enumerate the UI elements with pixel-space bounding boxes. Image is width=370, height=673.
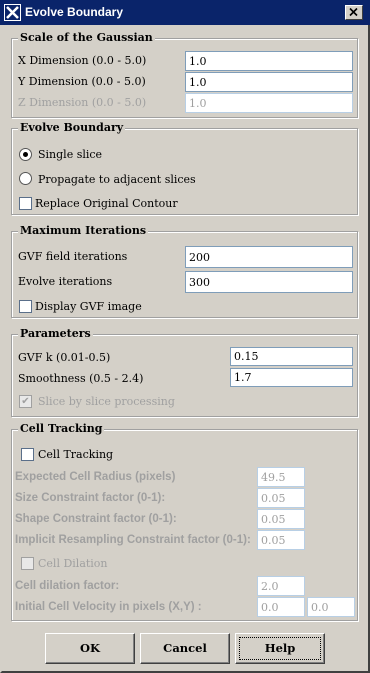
parameters-legend: Parameters xyxy=(18,327,93,340)
display-gvf-checkbox[interactable] xyxy=(19,300,32,313)
gvf-iterations-input[interactable] xyxy=(185,246,353,268)
close-icon xyxy=(349,7,358,17)
cancel-button[interactable]: Cancel xyxy=(140,633,230,664)
slice-by-slice-label: Slice by slice processing xyxy=(38,395,175,408)
slice-by-slice-checkbox[interactable]: ✔ xyxy=(19,395,32,408)
cell-velocity-label: Initial Cell Velocity in pixels (X,Y) : xyxy=(15,601,202,613)
single-slice-radio[interactable] xyxy=(19,148,32,161)
x-dimension-label: X Dimension (0.0 - 5.0) xyxy=(18,54,147,67)
cell-tracking-label: Cell Tracking xyxy=(38,448,114,461)
evolve-iterations-label: Evolve iterations xyxy=(18,275,113,288)
title-bar: Evolve Boundary xyxy=(0,0,370,25)
y-dimension-input[interactable] xyxy=(185,72,353,92)
replace-contour-checkbox[interactable] xyxy=(19,197,32,210)
evolve-legend: Evolve Boundary xyxy=(18,121,126,134)
y-dimension-label: Y Dimension (0.0 - 5.0) xyxy=(18,75,146,88)
velocity-x-input[interactable] xyxy=(257,597,305,617)
shape-constraint-input[interactable] xyxy=(257,509,305,529)
gvf-iterations-label: GVF field iterations xyxy=(18,250,128,263)
ok-button[interactable]: OK xyxy=(45,633,135,664)
dilation-factor-label: Cell dilation factor: xyxy=(15,580,120,592)
app-x-icon xyxy=(4,4,21,21)
propagate-radio[interactable] xyxy=(19,172,32,185)
window-title: Evolve Boundary xyxy=(25,5,124,19)
velocity-y-input[interactable] xyxy=(307,597,355,617)
implicit-constraint-input[interactable] xyxy=(257,530,305,550)
propagate-label: Propagate to adjacent slices xyxy=(38,173,196,186)
smoothness-input[interactable] xyxy=(230,368,353,387)
gvf-k-input[interactable] xyxy=(230,347,353,366)
evolve-iterations-input[interactable] xyxy=(185,271,353,293)
tracking-legend: Cell Tracking xyxy=(18,422,105,435)
help-button[interactable]: Help xyxy=(235,633,325,664)
single-slice-label: Single slice xyxy=(38,148,103,161)
gaussian-legend: Scale of the Gaussian xyxy=(18,31,155,44)
z-dimension-label: Z Dimension (0.0 - 5.0) xyxy=(18,96,147,109)
replace-contour-label: Replace Original Contour xyxy=(35,197,178,210)
gvf-k-label: GVF k (0.01-0.5) xyxy=(18,351,111,364)
iterations-legend: Maximum Iterations xyxy=(18,224,149,237)
dilation-factor-input[interactable] xyxy=(257,576,305,596)
z-dimension-input[interactable] xyxy=(185,93,353,113)
cell-radius-input[interactable] xyxy=(257,467,305,487)
cell-radius-label: Expected Cell Radius (pixels) xyxy=(15,471,176,483)
size-constraint-input[interactable] xyxy=(257,488,305,508)
display-gvf-label: Display GVF image xyxy=(35,300,142,313)
size-constraint-label: Size Constraint factor (0-1): xyxy=(15,492,166,504)
cell-tracking-checkbox[interactable] xyxy=(21,448,34,461)
x-dimension-input[interactable] xyxy=(185,51,353,71)
smoothness-label: Smoothness (0.5 - 2.4) xyxy=(18,372,144,385)
cell-dilation-checkbox[interactable] xyxy=(21,557,34,570)
implicit-constraint-label: Implicit Resampling Constraint factor (0… xyxy=(15,534,251,546)
cell-dilation-label: Cell Dilation xyxy=(38,557,108,570)
shape-constraint-label: Shape Constraint factor (0-1): xyxy=(15,513,177,525)
close-button[interactable] xyxy=(345,5,363,20)
